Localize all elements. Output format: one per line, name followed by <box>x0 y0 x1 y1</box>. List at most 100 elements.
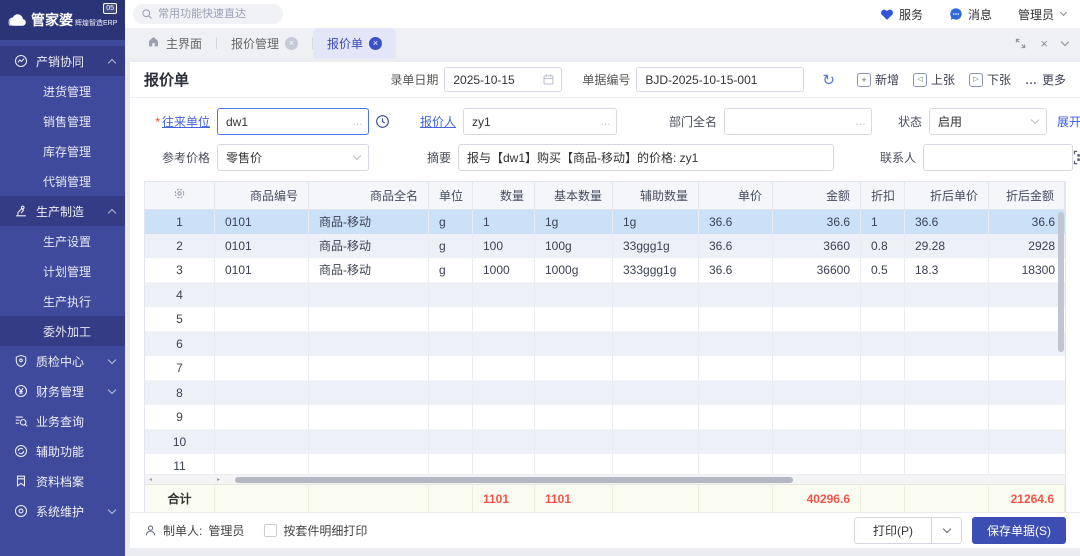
grid-header-settings[interactable] <box>145 182 215 210</box>
grid-cell[interactable] <box>989 430 1065 454</box>
horizontal-scroll-thumb[interactable] <box>235 477 793 483</box>
contact-input[interactable] <box>924 145 1072 170</box>
grid-cell[interactable] <box>309 307 429 331</box>
grid-cell[interactable] <box>613 307 699 331</box>
service-menu[interactable]: 服务 <box>880 6 923 23</box>
grid-cell[interactable]: g <box>429 210 473 234</box>
row-number-cell[interactable]: 2 <box>145 234 215 258</box>
grid-cell[interactable] <box>473 356 535 380</box>
sidebar-item-plan[interactable]: 计划管理 <box>0 256 125 286</box>
grid-cell[interactable] <box>773 454 861 474</box>
grid-cell[interactable] <box>699 430 773 454</box>
grid-cell[interactable] <box>613 405 699 429</box>
grid-cell[interactable] <box>473 283 535 307</box>
grid-cell[interactable] <box>861 356 905 380</box>
grid-cell[interactable] <box>309 332 429 356</box>
save-button[interactable]: 保存单据(S) <box>972 517 1066 544</box>
row-number-cell[interactable]: 4 <box>145 283 215 307</box>
horizontal-scrollbar[interactable]: ◂ ▸ <box>145 474 1065 484</box>
recent-partner-icon[interactable] <box>375 114 390 129</box>
grid-cell[interactable] <box>309 430 429 454</box>
print-options-button[interactable] <box>932 517 962 544</box>
sidebar-item-archives[interactable]: 资料档案 <box>0 466 125 496</box>
table-row[interactable]: 11 <box>145 454 1065 474</box>
grid-cell[interactable]: 36.6 <box>989 210 1065 234</box>
grid-cell[interactable] <box>773 332 861 356</box>
new-button[interactable]: + 新增 <box>857 71 899 88</box>
expand-link[interactable]: 展开 ▼ <box>1057 113 1080 130</box>
grid-cell[interactable]: 0101 <box>215 234 309 258</box>
sidebar-item-production[interactable]: 生产制造 <box>0 196 125 226</box>
grid-cell[interactable] <box>613 332 699 356</box>
grid-cell[interactable]: 1000 <box>473 258 535 282</box>
grid-cell[interactable] <box>473 430 535 454</box>
prev-doc-button[interactable]: ◁ 上张 <box>913 71 955 88</box>
grid-cell[interactable]: 0.5 <box>861 258 905 282</box>
grid-cell[interactable]: 0.8 <box>861 234 905 258</box>
sidebar-item-purchase[interactable]: 进货管理 <box>0 76 125 106</box>
grid-cell[interactable] <box>215 454 309 474</box>
close-tab-icon[interactable]: × <box>285 37 298 50</box>
grid-cell[interactable] <box>989 307 1065 331</box>
sidebar-item-production-sales[interactable]: 产销协同 <box>0 46 125 76</box>
grid-cell[interactable] <box>989 381 1065 405</box>
grid-cell[interactable] <box>989 332 1065 356</box>
grid-cell[interactable] <box>699 332 773 356</box>
row-number-cell[interactable]: 5 <box>145 307 215 331</box>
grid-cell[interactable] <box>699 381 773 405</box>
grid-cell[interactable] <box>309 356 429 380</box>
grid-cell[interactable]: 33ggg1g <box>613 234 699 258</box>
grid-cell[interactable] <box>905 381 989 405</box>
print-detail-checkbox[interactable] <box>264 524 277 537</box>
grid-cell[interactable] <box>613 454 699 474</box>
close-icon[interactable]: × <box>1040 37 1048 50</box>
grid-cell[interactable] <box>989 454 1065 474</box>
sidebar-item-production-exec[interactable]: 生产执行 <box>0 286 125 316</box>
print-detail-label[interactable]: 按套件明细打印 <box>283 522 367 539</box>
table-row[interactable]: 9 <box>145 405 1065 430</box>
grid-cell[interactable]: 1g <box>535 210 613 234</box>
search-input[interactable] <box>158 8 273 20</box>
sidebar-item-consignment[interactable]: 代销管理 <box>0 166 125 196</box>
grid-cell[interactable] <box>699 454 773 474</box>
print-button[interactable]: 打印(P) <box>854 517 932 544</box>
grid-cell[interactable] <box>309 381 429 405</box>
grid-cell[interactable] <box>535 430 613 454</box>
grid-cell[interactable] <box>215 283 309 307</box>
row-number-cell[interactable]: 11 <box>145 454 215 474</box>
next-doc-button[interactable]: ▷ 下张 <box>969 71 1011 88</box>
grid-cell[interactable] <box>773 381 861 405</box>
table-row[interactable]: 8 <box>145 381 1065 405</box>
grid-cell[interactable] <box>429 283 473 307</box>
table-row[interactable]: 6 <box>145 332 1065 356</box>
grid-cell[interactable] <box>861 454 905 474</box>
vertical-scroll-thumb[interactable] <box>1058 212 1064 352</box>
sidebar-item-finance[interactable]: 财务管理 <box>0 376 125 406</box>
messages-menu[interactable]: 消息 <box>949 6 992 23</box>
grid-cell[interactable]: 100g <box>535 234 613 258</box>
grid-cell[interactable] <box>861 381 905 405</box>
grid-cell[interactable] <box>905 307 989 331</box>
grid-cell[interactable] <box>429 307 473 331</box>
barcode-scan-icon[interactable] <box>1073 150 1080 165</box>
grid-cell[interactable]: 1000g <box>535 258 613 282</box>
grid-cell[interactable] <box>309 454 429 474</box>
grid-cell[interactable]: 100 <box>473 234 535 258</box>
status-select[interactable]: 启用 <box>929 108 1047 135</box>
row-number-cell[interactable]: 3 <box>145 258 215 282</box>
grid-cell[interactable] <box>215 405 309 429</box>
grid-cell[interactable]: 3660 <box>773 234 861 258</box>
grid-cell[interactable]: 0101 <box>215 258 309 282</box>
grid-cell[interactable] <box>473 454 535 474</box>
grid-cell[interactable] <box>535 454 613 474</box>
grid-cell[interactable] <box>613 356 699 380</box>
grid-cell[interactable] <box>773 405 861 429</box>
grid-cell[interactable] <box>699 356 773 380</box>
grid-cell[interactable]: 1 <box>861 210 905 234</box>
table-row[interactable]: 10 <box>145 430 1065 454</box>
grid-cell[interactable] <box>215 356 309 380</box>
grid-cell[interactable] <box>861 332 905 356</box>
sidebar-item-system[interactable]: 系统维护 <box>0 496 125 526</box>
close-tab-icon[interactable]: × <box>369 37 382 50</box>
grid-cell[interactable]: 36600 <box>773 258 861 282</box>
